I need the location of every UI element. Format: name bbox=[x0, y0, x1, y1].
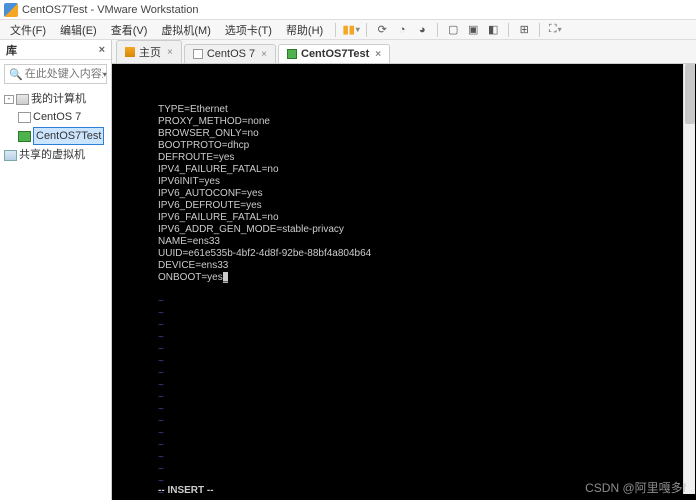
sidebar-header: 库 × bbox=[0, 40, 111, 60]
sidebar-close-icon[interactable]: × bbox=[99, 44, 105, 56]
vm-off-icon bbox=[18, 112, 31, 123]
sidebar-title: 库 bbox=[6, 42, 17, 58]
tab-label: CentOS 7 bbox=[207, 48, 255, 60]
vm-on-icon bbox=[287, 49, 297, 59]
stretch-button[interactable]: ⛶▾ bbox=[546, 22, 564, 38]
menu-edit[interactable]: 编辑(E) bbox=[54, 20, 103, 40]
tree-label: 我的计算机 bbox=[31, 91, 86, 107]
search-icon: 🔍 bbox=[9, 68, 23, 81]
app-logo-icon bbox=[4, 3, 18, 17]
content: 主页 × CentOS 7 × CentOS7Test × TYPE=Ether… bbox=[112, 40, 696, 500]
multiple-monitors-button[interactable]: ◧ bbox=[484, 22, 502, 38]
menu-vm[interactable]: 虚拟机(M) bbox=[155, 20, 217, 40]
title-bar: CentOS7Test - VMware Workstation bbox=[0, 0, 696, 20]
tab-label: 主页 bbox=[139, 44, 161, 60]
send-ctrl-alt-del-button[interactable]: ⟳ bbox=[373, 22, 391, 38]
expand-icon[interactable]: - bbox=[4, 95, 14, 104]
tab-centos7test[interactable]: CentOS7Test × bbox=[278, 44, 390, 63]
search-dropdown-icon[interactable]: ▾ bbox=[103, 70, 107, 79]
vm-console[interactable]: TYPE=Ethernet PROXY_METHOD=none BROWSER_… bbox=[112, 64, 696, 500]
host-icon bbox=[16, 94, 29, 105]
home-icon bbox=[125, 47, 135, 57]
tree-vm-centos7test[interactable]: CentOS7Test bbox=[4, 126, 107, 146]
main-area: 库 × 🔍 ▾ - 我的计算机 CentOS 7 CentOS7Test bbox=[0, 40, 696, 500]
tree-label: 共享的虚拟机 bbox=[19, 147, 85, 163]
menu-tabs[interactable]: 选项卡(T) bbox=[219, 20, 278, 40]
window-title: CentOS7Test - VMware Workstation bbox=[22, 4, 198, 16]
menu-help[interactable]: 帮助(H) bbox=[280, 20, 329, 40]
tree-label: CentOS 7 bbox=[33, 109, 81, 125]
unity-button[interactable]: ▣ bbox=[464, 22, 482, 38]
separator bbox=[335, 23, 336, 37]
search-box[interactable]: 🔍 ▾ bbox=[4, 64, 107, 84]
tree-vm-centos7[interactable]: CentOS 7 bbox=[4, 108, 107, 126]
search-input[interactable] bbox=[25, 68, 103, 80]
vm-on-icon bbox=[18, 131, 31, 142]
cursor: _ bbox=[223, 272, 229, 283]
tree-label: CentOS7Test bbox=[33, 127, 104, 145]
tree-my-computer[interactable]: - 我的计算机 bbox=[4, 90, 107, 108]
pause-button[interactable]: ▮▮▾ bbox=[342, 22, 360, 38]
sidebar: 库 × 🔍 ▾ - 我的计算机 CentOS 7 CentOS7Test bbox=[0, 40, 112, 500]
menu-view[interactable]: 查看(V) bbox=[105, 20, 154, 40]
scrollbar-thumb[interactable] bbox=[685, 64, 695, 124]
menu-file[interactable]: 文件(F) bbox=[4, 20, 52, 40]
vertical-scrollbar[interactable] bbox=[683, 64, 695, 494]
separator bbox=[539, 23, 540, 37]
shared-icon bbox=[4, 150, 17, 161]
fullscreen-button[interactable]: ▢ bbox=[444, 22, 462, 38]
vm-off-icon bbox=[193, 49, 203, 59]
tab-close-icon[interactable]: × bbox=[375, 49, 381, 60]
tab-label: CentOS7Test bbox=[301, 48, 369, 60]
separator bbox=[366, 23, 367, 37]
separator bbox=[437, 23, 438, 37]
separator bbox=[508, 23, 509, 37]
tab-centos7[interactable]: CentOS 7 × bbox=[184, 44, 276, 63]
snapshot-manager-button[interactable]: ◕ bbox=[413, 22, 431, 38]
tab-bar: 主页 × CentOS 7 × CentOS7Test × bbox=[112, 40, 696, 64]
tab-home[interactable]: 主页 × bbox=[116, 40, 182, 63]
snapshot-button[interactable]: ◔ bbox=[393, 22, 411, 38]
library-tree: - 我的计算机 CentOS 7 CentOS7Test 共享的虚拟机 bbox=[0, 88, 111, 166]
vim-status-line: -- INSERT -- bbox=[158, 485, 214, 496]
tab-close-icon[interactable]: × bbox=[261, 49, 267, 60]
tab-close-icon[interactable]: × bbox=[167, 47, 173, 58]
library-toggle-button[interactable]: ⊞ bbox=[515, 22, 533, 38]
menu-bar: 文件(F) 编辑(E) 查看(V) 虚拟机(M) 选项卡(T) 帮助(H) ▮▮… bbox=[0, 20, 696, 40]
tree-shared-vms[interactable]: 共享的虚拟机 bbox=[4, 146, 107, 164]
